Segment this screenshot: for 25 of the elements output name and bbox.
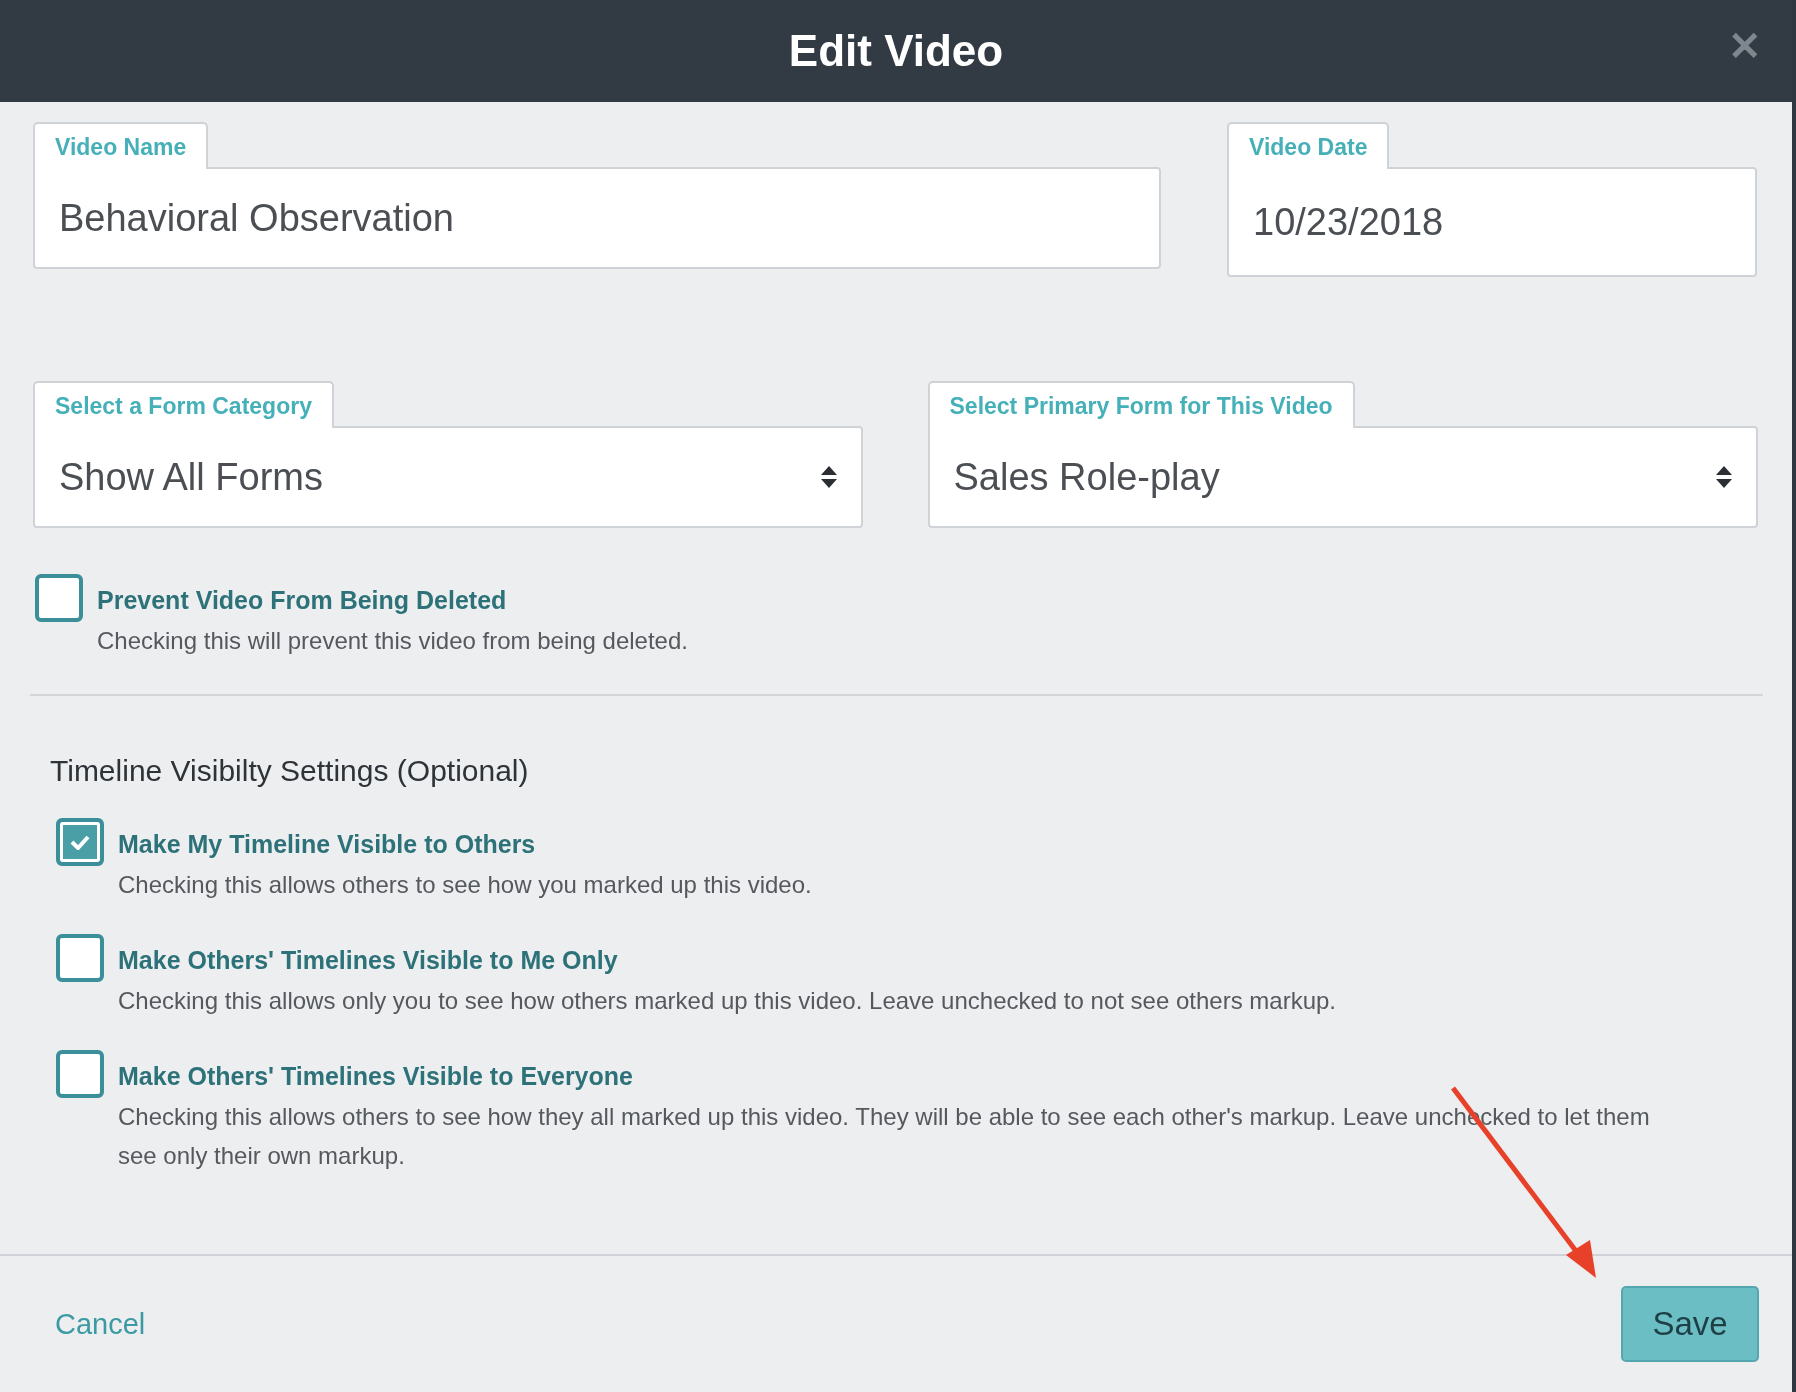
select-field[interactable]: Show All Forms: [33, 426, 863, 528]
checkbox-description: Checking this allows others to see how you marked up this video.: [118, 870, 812, 900]
checkbox-description: Checking this allows only you to see how others marked up this video. Leave unchecked to not see others markup.: [118, 986, 1336, 1016]
field-label: Select Primary Form for This Video: [927, 381, 1355, 428]
checkbox[interactable]: [56, 934, 104, 982]
section-heading: Timeline Visibilty Settings (Optional): [50, 754, 530, 788]
checkbox-label: Make Others' Timelines Visible to Everyone: [118, 1062, 634, 1091]
input-field[interactable]: 10/23/2018: [1227, 167, 1757, 277]
sort-icon: [1716, 466, 1732, 488]
checkbox-label: Make Others' Timelines Visible to Me Only: [118, 946, 619, 975]
field-label: Select a Form Category: [33, 381, 334, 428]
save-button[interactable]: Save: [1621, 1286, 1759, 1362]
sort-icon: [820, 466, 837, 488]
field-label: Video Name: [33, 122, 209, 169]
checkbox-label: Prevent Video From Being Deleted: [97, 586, 508, 615]
checkbox-description: Checking this will prevent this video from being deleted.: [97, 626, 688, 656]
input-field[interactable]: Behavioral Observation: [33, 167, 1161, 269]
select-field[interactable]: Sales Role-play: [927, 426, 1758, 528]
checkbox[interactable]: [35, 574, 83, 622]
checkmark-icon: [70, 834, 90, 850]
field-label: Video Date: [1227, 122, 1390, 169]
checkbox[interactable]: [56, 818, 104, 866]
checkbox-label: Make My Timeline Visible to Others: [118, 830, 537, 859]
dialog-title: Edit Video: [788, 26, 1004, 76]
checkbox[interactable]: [56, 1050, 104, 1098]
